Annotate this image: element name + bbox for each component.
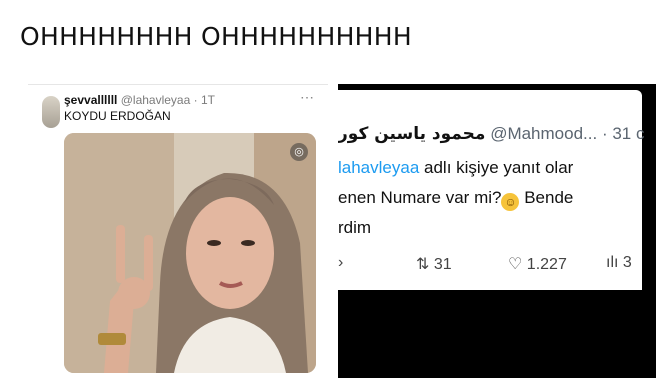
tweet-text-line-1: enen Numare var mi? ☺ Bende <box>338 188 573 211</box>
tweet-text-line-2: rdim <box>338 218 372 237</box>
chart-icon: ılı <box>606 254 619 271</box>
tweet-text-part: Bende <box>519 188 574 207</box>
display-name[interactable]: şevvallllll <box>64 93 117 107</box>
views-count: 3 <box>622 254 632 271</box>
retweet-icon: ⇅ <box>416 256 430 273</box>
ellipsis-icon[interactable]: ⋯ <box>300 89 314 106</box>
left-tweet-card: şevvallllll @lahavleyaa · 1T ⋯ KOYDU ERD… <box>28 84 328 379</box>
heart-icon: ♡ <box>508 256 523 273</box>
retweet-button[interactable]: ⇅ 31 <box>416 254 452 274</box>
right-tweet-screenshot: محمود ياسين كور @Mahmood... · 31 c lahav… <box>338 84 656 378</box>
handle[interactable]: @Mahmood... <box>490 124 597 143</box>
reply-header: محمود ياسين كور @Mahmood... · 31 c <box>338 124 644 144</box>
ai-badge-icon[interactable]: ◎ <box>290 143 308 161</box>
like-count: 1.227 <box>526 256 567 273</box>
timestamp: · 31 c <box>601 124 645 143</box>
tweet-photo[interactable]: ◎ <box>64 133 316 373</box>
avatar[interactable] <box>42 96 60 128</box>
reply-context-text: adlı kişiye yanıt olar <box>424 158 574 177</box>
smile-emoji-icon: ☺ <box>501 193 520 211</box>
reply-tweet-card: محمود ياسين كور @Mahmood... · 31 c lahav… <box>338 90 644 290</box>
tweet-text-part: enen Numare var mi? <box>338 188 502 207</box>
retweet-count: 31 <box>433 256 452 273</box>
selfie-illustration <box>64 133 316 373</box>
display-name[interactable]: محمود ياسين كور <box>338 124 485 144</box>
tweet-header: şevvallllll @lahavleyaa · 1T <box>64 93 215 107</box>
meme-caption: OHHHHHHHH OHHHHHHHHHH <box>20 22 412 51</box>
views-button[interactable]: ılı 3 <box>606 254 632 272</box>
reply-icon[interactable]: › <box>338 254 343 272</box>
tweet-text: KOYDU ERDOĞAN <box>64 109 171 123</box>
mention-link[interactable]: lahavleyaa <box>338 158 419 177</box>
handle[interactable]: @lahavleyaa <box>121 93 191 107</box>
timestamp: 1T <box>200 93 215 107</box>
like-button[interactable]: ♡ 1.227 <box>508 254 567 274</box>
reply-context: lahavleyaa adlı kişiye yanıt olar <box>338 158 573 178</box>
